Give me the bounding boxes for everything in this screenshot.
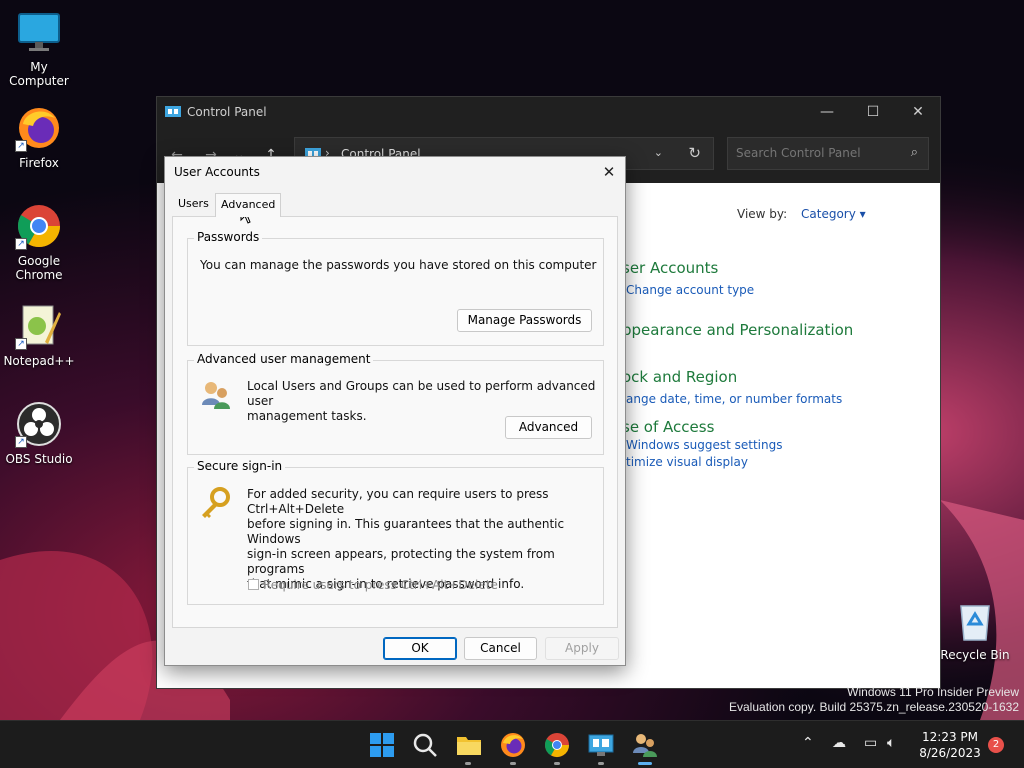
close-button[interactable]: ✕ xyxy=(895,97,941,129)
chrome-icon: ↗ xyxy=(15,202,63,250)
category-ease-of-access[interactable]: se of Access xyxy=(622,418,714,436)
search-box[interactable]: ⌕ xyxy=(727,137,929,170)
desktop-icon-firefox[interactable]: ↗ Firefox xyxy=(1,104,77,170)
show-hidden-icons-chevron-icon[interactable]: ⌃ xyxy=(802,735,814,751)
view-by-label: View by: xyxy=(737,207,788,221)
users-group-icon xyxy=(200,379,232,411)
dialog-close-button[interactable]: ✕ xyxy=(595,159,623,185)
running-indicator xyxy=(598,762,604,765)
obs-icon: ↗ xyxy=(15,400,63,448)
advanced-user-management-label: Advanced user management xyxy=(194,352,374,366)
dialog-title: User Accounts xyxy=(174,165,260,179)
clock[interactable]: 12:23 PM 8/26/2023 xyxy=(910,729,990,761)
cancel-button[interactable]: Cancel xyxy=(464,637,537,660)
shortcut-arrow-icon: ↗ xyxy=(15,238,27,250)
window-title: Control Panel xyxy=(187,105,267,119)
shortcut-arrow-icon: ↗ xyxy=(15,436,27,448)
link-change-account-type[interactable]: Change account type xyxy=(626,283,754,297)
firefox-icon[interactable] xyxy=(499,731,527,759)
advanced-button[interactable]: Advanced xyxy=(505,416,592,439)
shortcut-arrow-icon: ↗ xyxy=(15,338,27,350)
advanced-tab-panel: Passwords You can manage the passwords y… xyxy=(172,216,618,628)
desktop-icon-label: Google Chrome xyxy=(15,254,63,282)
running-indicator xyxy=(554,762,560,765)
windows-watermark: Windows 11 Pro Insider Preview Evaluatio… xyxy=(729,685,1019,714)
refresh-icon[interactable]: ↻ xyxy=(688,144,701,162)
manage-passwords-button[interactable]: Manage Passwords xyxy=(457,309,592,332)
desktop-icon-label: My Computer xyxy=(9,60,69,88)
search-icon[interactable]: ⌕ xyxy=(911,145,918,160)
category-user-accounts[interactable]: ser Accounts xyxy=(622,259,718,277)
secure-signin-label: Secure sign-in xyxy=(194,459,286,473)
notification-badge[interactable]: 2 xyxy=(988,737,1004,753)
search-input[interactable] xyxy=(736,146,896,160)
control-panel-icon xyxy=(165,106,181,119)
chrome-icon[interactable] xyxy=(543,731,571,759)
network-icon[interactable]: ▭ xyxy=(864,735,877,751)
view-by-dropdown[interactable]: Category ▾ xyxy=(801,207,866,221)
passwords-description: You can manage the passwords you have st… xyxy=(200,258,597,272)
desktop-icon-label: Firefox xyxy=(19,156,59,170)
link-optimize-visual-display[interactable]: timize visual display xyxy=(626,455,748,469)
running-indicator xyxy=(510,762,516,765)
desktop-icon-my-computer[interactable]: My Computer xyxy=(1,8,77,88)
notepadpp-icon: ↗ xyxy=(15,302,63,350)
onedrive-icon[interactable]: ☁ xyxy=(832,735,846,751)
checkbox-box[interactable] xyxy=(248,579,259,590)
ok-button[interactable]: OK xyxy=(383,637,457,660)
view-by: View by: Category ▾ xyxy=(737,207,866,221)
desktop-icon-recycle-bin[interactable]: Recycle Bin xyxy=(937,596,1013,662)
desktop-icon-notepadpp[interactable]: ↗ Notepad++ xyxy=(1,302,77,368)
desktop-icon-obs[interactable]: ↗ OBS Studio xyxy=(1,400,77,466)
key-icon xyxy=(198,486,232,520)
passwords-group: Passwords You can manage the passwords y… xyxy=(187,230,604,346)
tab-users[interactable]: Users xyxy=(173,195,214,215)
shortcut-arrow-icon: ↗ xyxy=(15,140,27,152)
clock-time: 12:23 PM xyxy=(922,730,978,744)
start-button-icon[interactable] xyxy=(368,731,396,759)
minimize-button[interactable]: — xyxy=(804,97,850,129)
recycle-bin-icon xyxy=(951,596,999,644)
category-appearance[interactable]: ppearance and Personalization xyxy=(622,321,853,339)
desktop-icon-label: OBS Studio xyxy=(5,452,73,466)
passwords-group-label: Passwords xyxy=(194,230,263,244)
address-dropdown-icon[interactable]: ⌄ xyxy=(654,146,663,159)
control-panel-titlebar[interactable]: Control Panel — ☐ ✕ xyxy=(157,97,940,129)
user-accounts-icon[interactable] xyxy=(631,731,659,759)
category-clock-region[interactable]: ock and Region xyxy=(622,368,737,386)
link-windows-suggest-settings[interactable]: Windows suggest settings xyxy=(626,438,782,452)
search-icon[interactable] xyxy=(411,731,439,759)
taskbar: ⌃ ☁ ▭ 🔈︎ 12:23 PM 8/26/2023 2 xyxy=(0,720,1024,768)
control-panel-icon[interactable] xyxy=(587,731,615,759)
secure-signin-group: Secure sign-in For added security, you c… xyxy=(187,459,604,605)
desktop-icon-label: Notepad++ xyxy=(3,354,75,368)
advanced-user-management-group: Advanced user management Local Users and… xyxy=(187,352,604,455)
apply-button[interactable]: Apply xyxy=(545,637,619,660)
user-accounts-dialog: User Accounts ✕ Users Advanced Passwords… xyxy=(164,156,626,666)
maximize-button[interactable]: ☐ xyxy=(850,97,896,129)
firefox-icon: ↗ xyxy=(15,104,63,152)
active-indicator xyxy=(638,762,652,765)
volume-icon[interactable]: 🔈︎ xyxy=(887,735,895,751)
file-explorer-icon[interactable] xyxy=(455,731,483,759)
link-change-formats[interactable]: ange date, time, or number formats xyxy=(626,392,842,406)
desktop-icon-chrome[interactable]: ↗ Google Chrome xyxy=(1,202,77,282)
desktop-icon-label: Recycle Bin xyxy=(940,648,1010,662)
secure-signin-description: For added security, you can require user… xyxy=(247,487,565,591)
tab-advanced[interactable]: Advanced xyxy=(215,193,282,217)
running-indicator xyxy=(465,762,471,765)
clock-date: 8/26/2023 xyxy=(919,746,981,760)
require-ctrl-alt-delete-checkbox[interactable]: Require users to press Ctrl+Alt+Delete xyxy=(248,578,498,592)
monitor-icon xyxy=(15,8,63,56)
